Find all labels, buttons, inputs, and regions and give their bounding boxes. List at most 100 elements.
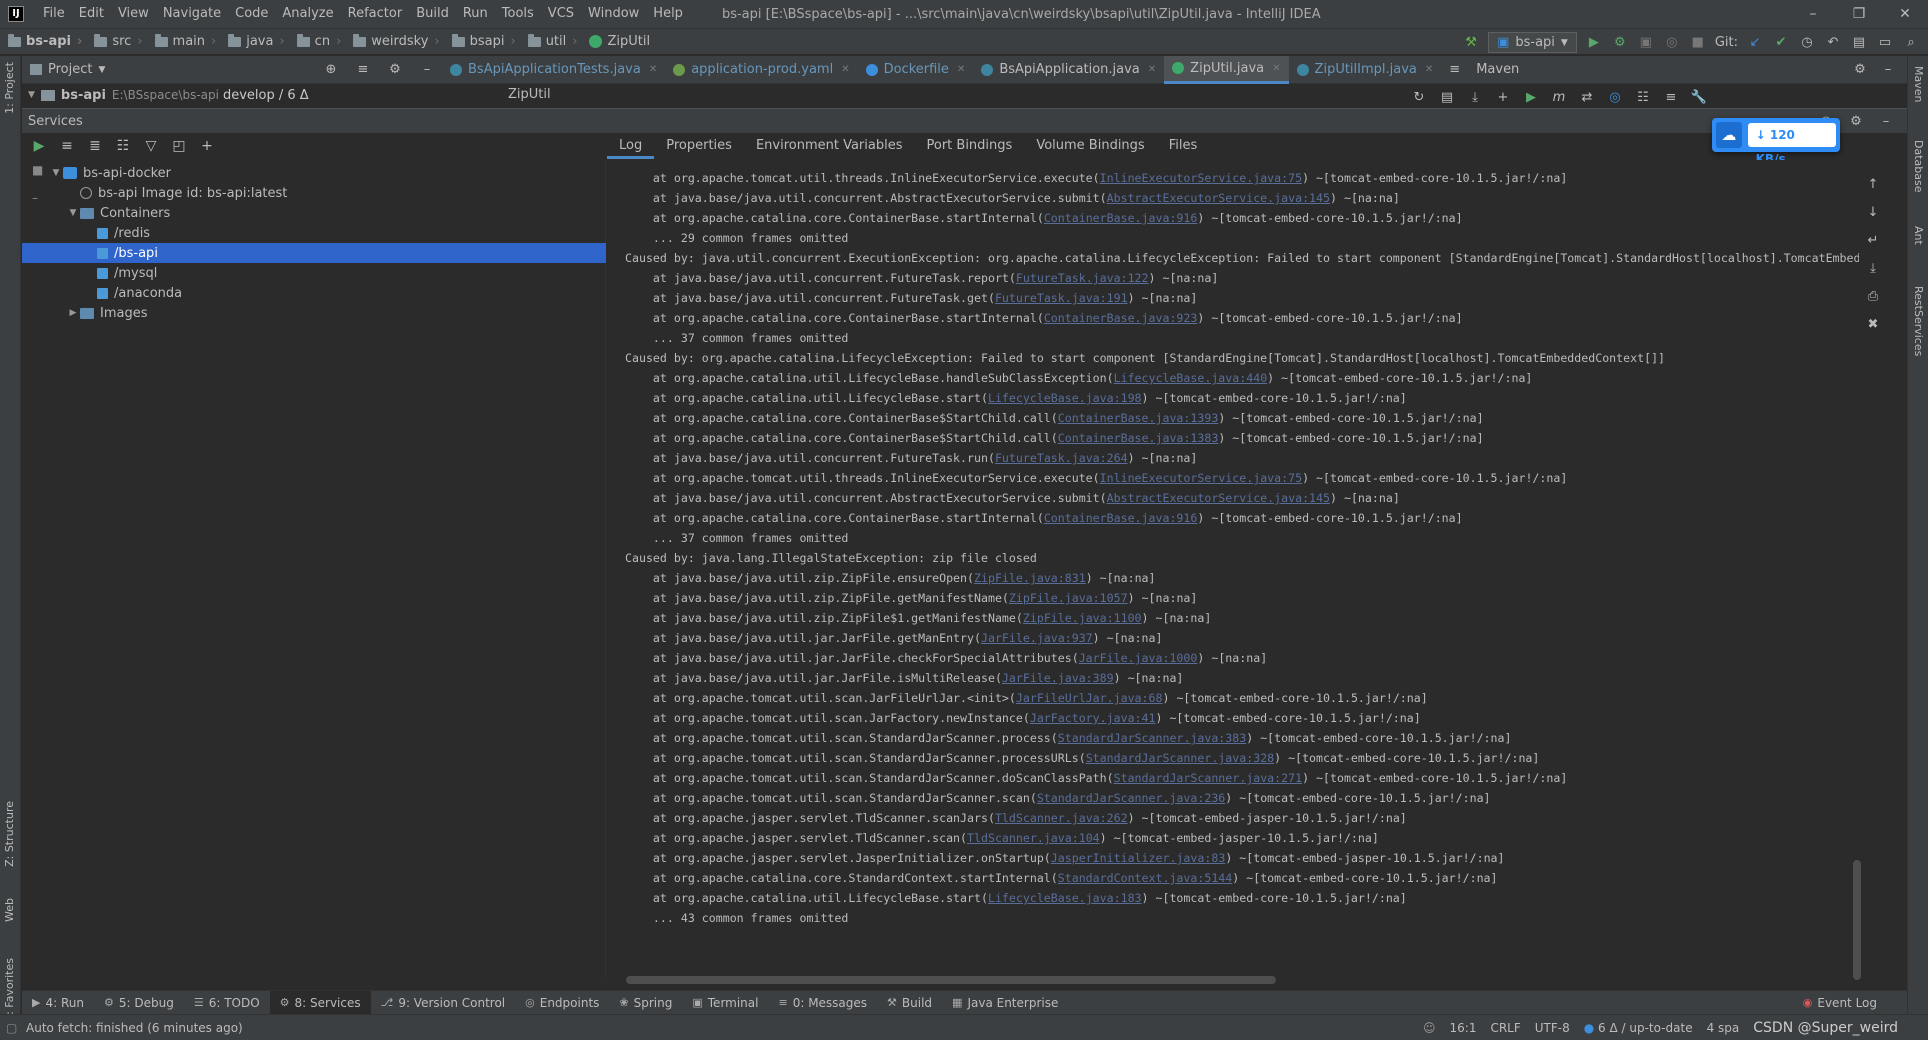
coverage-icon[interactable]: ▣ <box>1637 34 1655 52</box>
source-link[interactable]: ContainerBase.java:1393 <box>1058 411 1219 425</box>
chevron-down-icon[interactable]: ▼ <box>98 65 105 75</box>
breadcrumb-item[interactable]: bs-api › <box>0 33 88 49</box>
minimize-icon[interactable]: – <box>1790 0 1836 28</box>
menu-build[interactable]: Build <box>409 0 456 28</box>
run-icon[interactable]: ▶ <box>1522 88 1540 106</box>
services-tree-item[interactable]: /bs-api <box>22 243 606 263</box>
source-link[interactable]: JarFile.java:937 <box>981 631 1093 645</box>
menu-run[interactable]: Run <box>456 0 495 28</box>
debug-icon[interactable]: ⚙ <box>1611 34 1629 52</box>
event-log-tool[interactable]: ◉ Event Log <box>1793 991 1907 1015</box>
search-icon[interactable]: ⌕ <box>1902 34 1920 52</box>
project-view-select[interactable]: Project <box>48 62 92 77</box>
source-link[interactable]: StandardJarScanner.java:328 <box>1086 751 1274 765</box>
services-tree-item[interactable]: /anaconda <box>22 283 606 303</box>
tool-endpoints[interactable]: ◎ Endpoints <box>515 991 609 1015</box>
git-update-icon[interactable]: ↙ <box>1746 34 1764 52</box>
editor-tab[interactable]: application-prod.yaml ✕ <box>665 56 857 84</box>
hide-icon[interactable]: – <box>1879 61 1897 79</box>
source-link[interactable]: AbstractExecutorService.java:145 <box>1107 191 1330 205</box>
services-tree-item[interactable]: /mysql <box>22 263 606 283</box>
source-link[interactable]: JarFactory.java:41 <box>1030 711 1156 725</box>
tab-overflow[interactable]: ≡ <box>1441 56 1468 84</box>
source-link[interactable]: StandardContext.java:5144 <box>1058 871 1233 885</box>
arrow-up-icon[interactable]: ↑ <box>1864 175 1882 193</box>
breadcrumb-item[interactable]: util › <box>522 33 584 49</box>
restservices-tool-tab[interactable]: RestServices <box>1912 286 1925 356</box>
close-icon[interactable]: ✕ <box>1272 63 1280 74</box>
source-link[interactable]: TldScanner.java:104 <box>967 831 1100 845</box>
source-link[interactable]: InlineExecutorService.java:75 <box>1100 171 1302 185</box>
run-icon[interactable]: ▶ <box>30 137 48 155</box>
hide-icon[interactable]: – <box>1877 112 1895 130</box>
line-separator[interactable]: CRLF <box>1490 1021 1520 1035</box>
wrench-icon[interactable]: 🔧 <box>1690 88 1708 106</box>
tool-spring[interactable]: ❀ Spring <box>609 991 682 1015</box>
menu-file[interactable]: File <box>36 0 72 28</box>
source-link[interactable]: JarFile.java:389 <box>1002 671 1114 685</box>
menu-analyze[interactable]: Analyze <box>275 0 340 28</box>
download-icon[interactable]: ⤓ <box>1466 88 1484 106</box>
add-icon[interactable]: + <box>1494 88 1512 106</box>
presentation-icon[interactable]: ▭ <box>1876 34 1894 52</box>
stop-icon[interactable]: ■ <box>1689 34 1707 52</box>
services-tree-item[interactable]: ▶ Images <box>22 303 606 323</box>
menu-refactor[interactable]: Refactor <box>341 0 410 28</box>
project-structure-icon[interactable]: ▤ <box>1850 34 1868 52</box>
menu-navigate[interactable]: Navigate <box>156 0 228 28</box>
caret-position[interactable]: 16:1 <box>1450 1021 1477 1035</box>
hide-icon[interactable]: – <box>418 61 436 79</box>
close-icon[interactable]: ✕ <box>1148 64 1156 75</box>
tool-debug[interactable]: ⚙ 5: Debug <box>94 991 184 1015</box>
tab-files[interactable]: Files <box>1157 133 1210 159</box>
breadcrumb-item[interactable]: java › <box>222 33 290 49</box>
breadcrumb-item[interactable]: main › <box>149 33 223 49</box>
chevron-right-icon[interactable]: ▶ <box>66 308 80 318</box>
users-icon[interactable]: ☺ <box>1423 1021 1436 1035</box>
filter-icon[interactable]: ▽ <box>142 137 160 155</box>
refresh-icon[interactable]: ↻ <box>1410 88 1428 106</box>
maven-goal-icon[interactable]: m <box>1550 88 1568 106</box>
expand-all-icon[interactable]: ≡ <box>58 137 76 155</box>
vcs-status[interactable]: ● 6 Δ / up-to-date <box>1584 1021 1693 1035</box>
new-tab-icon[interactable]: ◰ <box>170 137 188 155</box>
editor-breadcrumb[interactable]: ZipUtil <box>508 84 551 106</box>
restore-icon[interactable]: ❐ <box>1836 0 1882 28</box>
close-icon[interactable]: ✕ <box>649 64 657 75</box>
source-link[interactable]: FutureTask.java:191 <box>995 291 1128 305</box>
project-tool-tab[interactable]: 1: Project <box>3 62 16 114</box>
source-link[interactable]: LifecycleBase.java:198 <box>988 391 1142 405</box>
close-icon[interactable]: ✕ <box>1425 64 1433 75</box>
services-tree-item[interactable]: ▼ bs-api-docker <box>22 163 606 183</box>
source-link[interactable]: JasperInitializer.java:83 <box>1051 851 1226 865</box>
source-link[interactable]: InlineExecutorService.java:75 <box>1100 471 1302 485</box>
git-rollback-icon[interactable]: ↶ <box>1824 34 1842 52</box>
log-vertical-scrollbar[interactable] <box>1853 860 1861 980</box>
source-link[interactable]: StandardJarScanner.java:236 <box>1037 791 1225 805</box>
locate-icon[interactable]: ⊕ <box>322 61 340 79</box>
source-link[interactable]: FutureTask.java:122 <box>1016 271 1149 285</box>
tab-volume-bindings[interactable]: Volume Bindings <box>1024 133 1156 159</box>
breadcrumb-item[interactable]: weirdsky › <box>347 33 445 49</box>
breadcrumb-item[interactable]: bsapi › <box>446 33 522 49</box>
tool-terminal[interactable]: ▣ Terminal <box>682 991 768 1015</box>
project-root-row[interactable]: ▼ bs-api E:\BSspace\bs-api develop / 6 Δ <box>22 84 442 106</box>
editor-tab[interactable]: BsApiApplicationTests.java ✕ <box>442 56 665 84</box>
tab-log[interactable]: Log <box>607 133 655 159</box>
close-icon[interactable]: ✕ <box>841 64 849 75</box>
tool-version-control[interactable]: ⎇ 9: Version Control <box>371 991 516 1015</box>
gear-icon[interactable]: ⚙ <box>1847 112 1865 130</box>
menu-edit[interactable]: Edit <box>72 0 111 28</box>
tab-port-bindings[interactable]: Port Bindings <box>915 133 1025 159</box>
tool-java-enterprise[interactable]: ▦ Java Enterprise <box>942 991 1068 1015</box>
structure-tool-tab[interactable]: Z: Structure <box>3 801 16 867</box>
menu-vcs[interactable]: VCS <box>541 0 581 28</box>
chevron-down-icon[interactable]: ▼ <box>49 168 63 178</box>
run-config-select[interactable]: ▣ bs-api ▼ <box>1488 32 1577 53</box>
arrow-down-icon[interactable]: ↓ <box>1864 203 1882 221</box>
tool-messages[interactable]: ≡ 0: Messages <box>768 991 877 1015</box>
ant-tool-tab[interactable]: Ant <box>1912 226 1925 245</box>
container-log[interactable]: at org.apache.tomcat.util.threads.Inline… <box>607 160 1859 978</box>
collapse-all-icon[interactable]: ≡ <box>1662 88 1680 106</box>
menu-window[interactable]: Window <box>581 0 646 28</box>
